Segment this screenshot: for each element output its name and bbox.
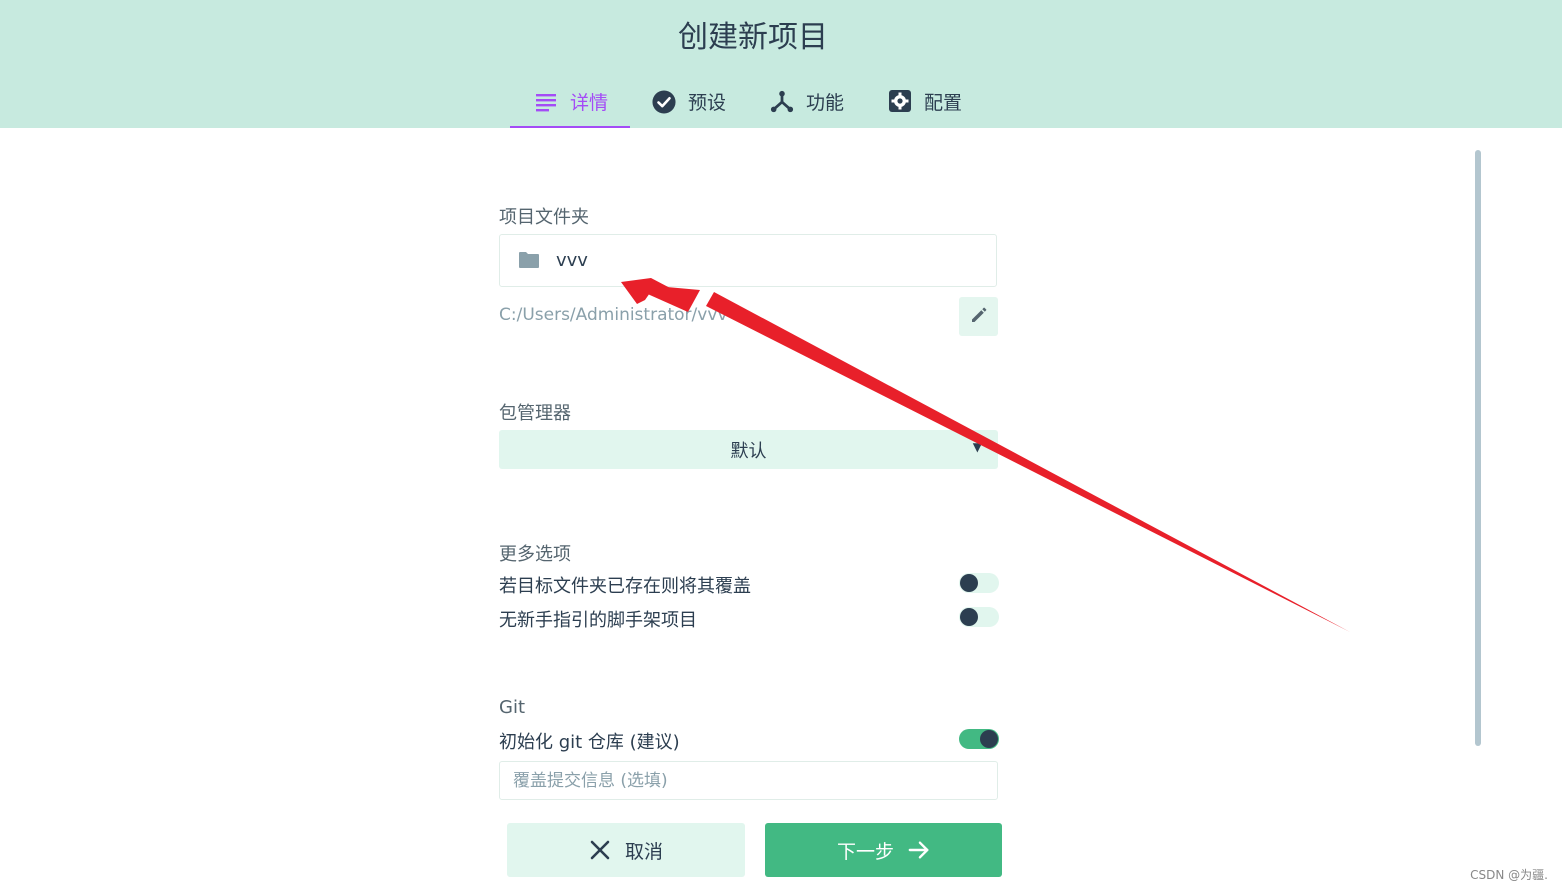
package-manager-select[interactable]: 默认 ▼ [499, 430, 998, 469]
toggle-knob [960, 608, 978, 626]
toggle-knob [980, 730, 998, 748]
close-icon [589, 839, 611, 861]
fork-icon [770, 89, 794, 113]
overwrite-toggle[interactable] [959, 573, 999, 593]
git-init-toggle[interactable] [959, 729, 999, 749]
next-step-button[interactable]: 下一步 [765, 823, 1002, 877]
project-folder-input[interactable]: vvv [499, 234, 997, 287]
folder-icon [518, 251, 542, 271]
overwrite-option-label: 若目标文件夹已存在则将其覆盖 [499, 576, 751, 597]
check-circle-icon [652, 89, 676, 114]
project-path: C:/Users/Administrator/vvv [499, 305, 728, 325]
edit-path-button[interactable] [959, 297, 998, 336]
package-manager-value: 默认 [730, 440, 767, 462]
tab-label: 配置 [924, 91, 963, 114]
watermark: CSDN @为疆. [1470, 868, 1548, 882]
scrollbar[interactable] [1475, 150, 1481, 746]
folder-name: vvv [556, 250, 588, 271]
no-guide-toggle[interactable] [959, 607, 999, 627]
cancel-button[interactable]: 取消 [507, 823, 745, 877]
project-folder-label: 项目文件夹 [499, 207, 589, 228]
tab-features[interactable]: 功能 [748, 76, 866, 126]
no-guide-option-label: 无新手指引的脚手架项目 [499, 610, 697, 631]
pencil-icon [969, 305, 989, 329]
git-init-label: 初始化 git 仓库 (建议) [499, 732, 680, 753]
package-manager-label: 包管理器 [499, 403, 571, 424]
page-title: 创建新项目 [678, 20, 828, 55]
tab-label: 详情 [570, 91, 609, 114]
tab-label: 功能 [806, 91, 845, 114]
gear-icon [888, 89, 912, 113]
tab-config[interactable]: 配置 [866, 76, 984, 126]
commit-message-input[interactable] [499, 761, 998, 800]
next-label: 下一步 [836, 840, 894, 863]
header: 创建新项目 详情 预设 功能 配置 [0, 0, 1562, 128]
tab-label: 预设 [688, 91, 727, 114]
tab-presets[interactable]: 预设 [630, 76, 748, 126]
tab-details[interactable]: 详情 [510, 76, 631, 128]
toggle-knob [960, 574, 978, 592]
chevron-down-icon: ▼ [972, 440, 982, 454]
cancel-label: 取消 [624, 840, 663, 863]
list-icon [534, 89, 558, 113]
arrow-right-icon [908, 839, 930, 861]
git-label: Git [499, 697, 526, 718]
tab-bar: 详情 预设 功能 配置 [510, 76, 984, 128]
more-options-label: 更多选项 [499, 544, 571, 565]
